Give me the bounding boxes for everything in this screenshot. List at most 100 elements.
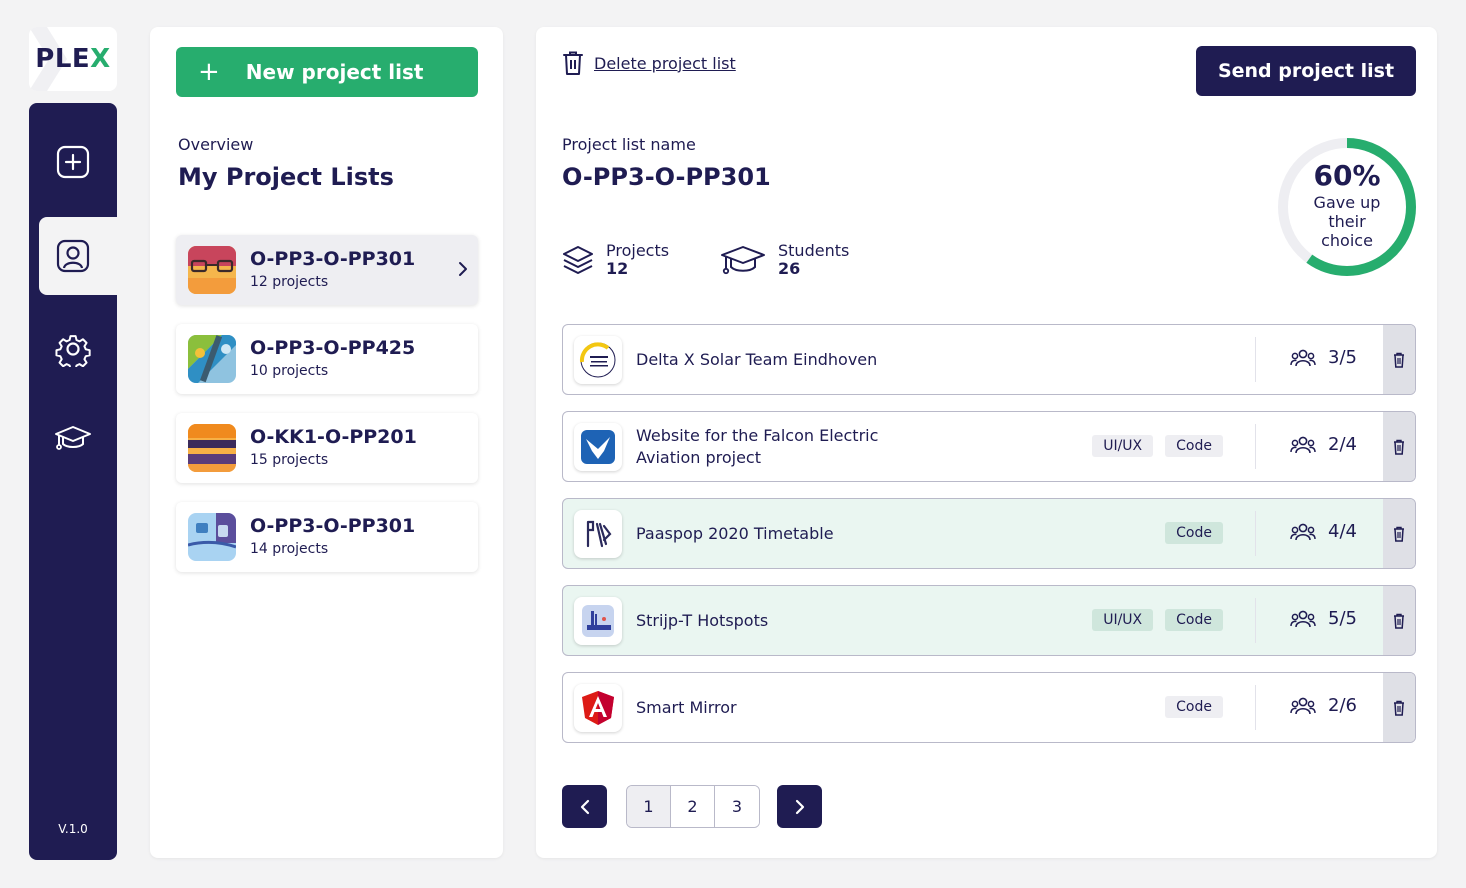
project-list-name-label: Project list name xyxy=(562,135,696,154)
project-capacity: 5/5 xyxy=(1290,608,1357,629)
user-profile-icon xyxy=(56,239,90,273)
layers-icon xyxy=(563,246,593,274)
gauge-caption-line: choice xyxy=(1321,231,1373,250)
chevron-left-icon xyxy=(580,799,589,814)
rail-item-profile[interactable] xyxy=(39,217,117,295)
project-list-item[interactable]: O-PP3-O-PP301 14 projects xyxy=(176,502,478,572)
students-stat: Students 26 xyxy=(720,242,849,278)
project-list-name: O-PP3-O-PP301 xyxy=(562,163,771,191)
tag-uiux: UI/UX xyxy=(1092,435,1154,457)
list-count: 10 projects xyxy=(250,363,329,379)
falcon-logo xyxy=(574,423,622,471)
students-stat-value: 26 xyxy=(778,259,801,278)
app-version: V.1.0 xyxy=(58,822,88,836)
tag-uiux: UI/UX xyxy=(1092,609,1154,631)
rail-item-students[interactable] xyxy=(29,399,117,477)
new-project-list-label: New project list xyxy=(245,60,424,84)
row-divider xyxy=(1255,685,1256,730)
tag-code: Code xyxy=(1165,696,1223,718)
project-lists-panel: + New project list Overview My Project L… xyxy=(150,27,503,858)
project-capacity: 2/6 xyxy=(1290,695,1357,716)
trash-icon xyxy=(1394,352,1404,368)
list-name: O-PP3-O-PP301 xyxy=(250,515,416,537)
rail-item-new[interactable] xyxy=(29,123,117,201)
delete-project-list-link[interactable]: Delete project list xyxy=(562,50,736,76)
capacity-value: 3/5 xyxy=(1328,347,1357,368)
next-page-button[interactable] xyxy=(777,785,822,828)
project-title: Paaspop 2020 Timetable xyxy=(636,523,834,543)
panel-title: My Project Lists xyxy=(178,163,394,191)
row-divider xyxy=(1255,424,1256,469)
sidebar-rail: V.1.0 xyxy=(29,103,117,860)
plus-icon: + xyxy=(198,57,220,87)
list-count: 14 projects xyxy=(250,541,329,557)
row-divider xyxy=(1255,337,1256,382)
trash-icon xyxy=(1394,613,1404,629)
rail-item-settings[interactable] xyxy=(29,310,117,388)
graduation-cap-icon xyxy=(721,246,765,275)
project-row[interactable]: Delta X Solar Team Eindhoven 3/5 xyxy=(562,324,1416,395)
previous-page-button[interactable] xyxy=(562,785,607,828)
group-icon xyxy=(1290,697,1316,714)
group-icon xyxy=(1290,436,1316,453)
tag-code: Code xyxy=(1165,435,1223,457)
gauge-caption-line: Gave up xyxy=(1313,193,1381,212)
project-capacity: 2/4 xyxy=(1290,434,1357,455)
project-tags: UI/UX Code xyxy=(1092,435,1223,457)
list-name: O-PP3-O-PP425 xyxy=(250,337,416,359)
trash-icon xyxy=(1394,526,1404,542)
new-project-list-button[interactable]: + New project list xyxy=(176,47,478,97)
list-thumbnail-image xyxy=(188,513,236,561)
remove-project-button[interactable] xyxy=(1383,673,1415,742)
projects-stat-label: Projects xyxy=(606,241,670,260)
list-thumbnail-image xyxy=(188,335,236,383)
project-row[interactable]: Website for the Falcon Electric Aviation … xyxy=(562,411,1416,482)
project-tags: Code xyxy=(1165,696,1223,718)
project-capacity: 3/5 xyxy=(1290,347,1357,368)
send-project-list-button[interactable]: Send project list xyxy=(1196,46,1416,96)
project-row[interactable]: Strijp-T Hotspots UI/UX Code 5/5 xyxy=(562,585,1416,656)
chevron-right-icon xyxy=(459,262,467,276)
chevron-right-icon xyxy=(795,799,804,814)
project-list-item[interactable]: O-PP3-O-PP301 12 projects xyxy=(176,235,478,305)
group-icon xyxy=(1290,610,1316,627)
page-button[interactable]: 2 xyxy=(671,786,715,827)
paaspop-logo xyxy=(574,510,622,558)
row-divider xyxy=(1255,511,1256,556)
pagination: 1 2 3 xyxy=(626,785,760,828)
angular-logo xyxy=(574,684,622,732)
list-thumbnail-image xyxy=(188,246,236,294)
project-row[interactable]: Paaspop 2020 Timetable Code 4/4 xyxy=(562,498,1416,569)
gear-icon xyxy=(55,335,91,367)
tag-code: Code xyxy=(1165,522,1223,544)
group-icon xyxy=(1290,349,1316,366)
strijp-logo xyxy=(574,597,622,645)
project-list-item[interactable]: O-PP3-O-PP425 10 projects xyxy=(176,324,478,394)
trash-icon xyxy=(1394,700,1404,716)
capacity-value: 4/4 xyxy=(1328,521,1357,542)
project-title: Smart Mirror xyxy=(636,697,737,717)
project-title: Strijp-T Hotspots xyxy=(636,610,769,630)
remove-project-button[interactable] xyxy=(1383,586,1415,655)
capacity-value: 5/5 xyxy=(1328,608,1357,629)
list-count: 12 projects xyxy=(250,274,329,290)
gauge-percent: 60% xyxy=(1313,159,1381,192)
plex-logo[interactable]: PLEX xyxy=(29,27,117,91)
project-list-item[interactable]: O-KK1-O-PP201 15 projects xyxy=(176,413,478,483)
row-divider xyxy=(1255,598,1256,643)
remove-project-button[interactable] xyxy=(1383,499,1415,568)
remove-project-button[interactable] xyxy=(1383,325,1415,394)
trash-icon xyxy=(1394,439,1404,455)
project-capacity: 4/4 xyxy=(1290,521,1357,542)
capacity-value: 2/6 xyxy=(1328,695,1357,716)
page-button[interactable]: 1 xyxy=(627,786,671,827)
tag-code: Code xyxy=(1165,609,1223,631)
project-title: Website for the Falcon Electric Aviation … xyxy=(636,425,879,467)
page-button[interactable]: 3 xyxy=(715,786,759,827)
group-icon xyxy=(1290,523,1316,540)
project-row[interactable]: Smart Mirror Code 2/6 xyxy=(562,672,1416,743)
projects-stat-value: 12 xyxy=(606,259,629,278)
remove-project-button[interactable] xyxy=(1383,412,1415,481)
delete-project-list-label: Delete project list xyxy=(594,53,736,73)
list-name: O-KK1-O-PP201 xyxy=(250,426,417,448)
